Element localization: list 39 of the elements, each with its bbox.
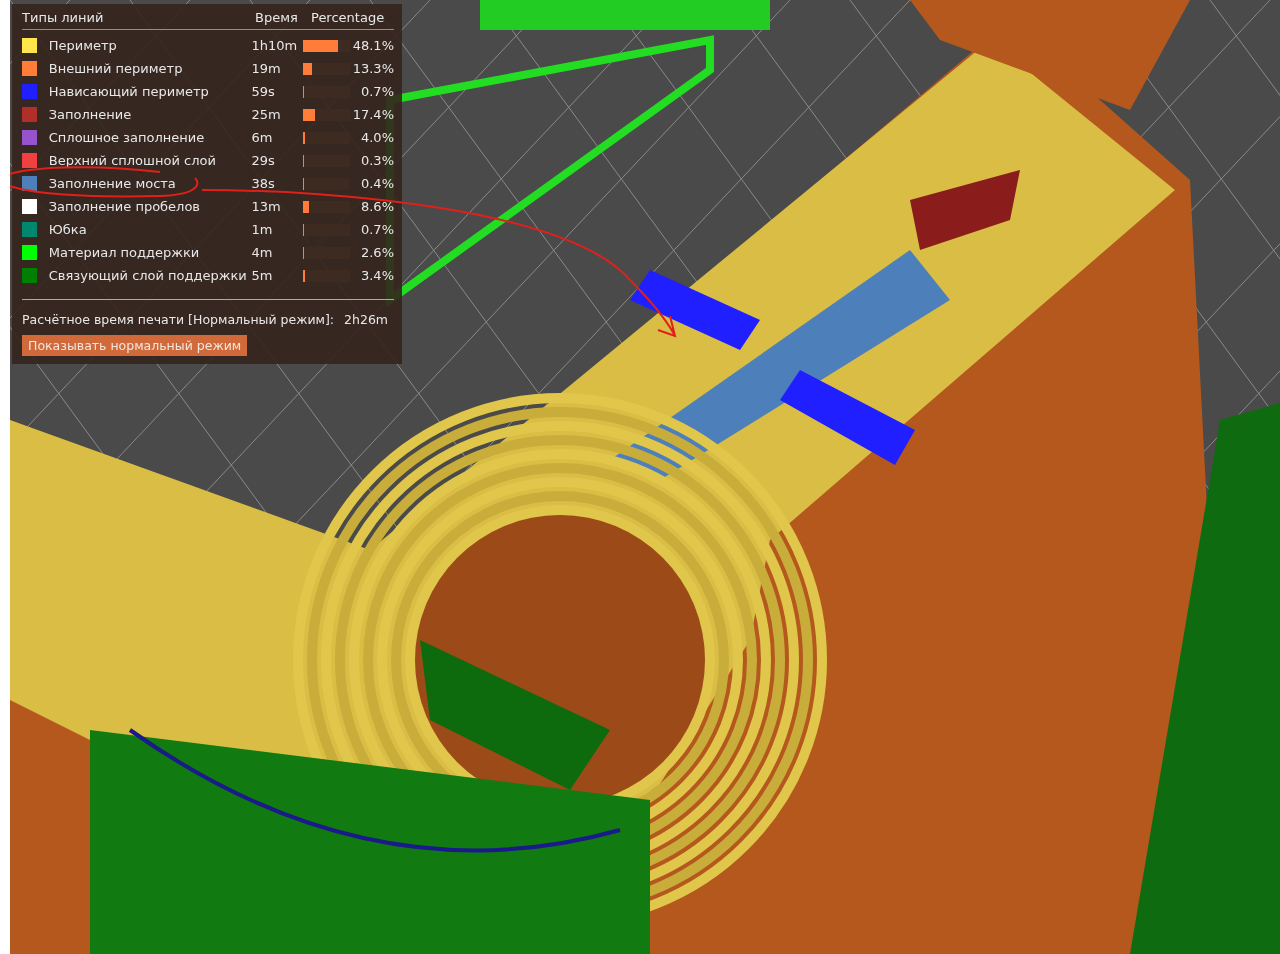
line-type-label: Заполнение пробелов	[48, 199, 202, 214]
estimated-time-label: Расчётное время печати [Нормальный режим]:	[22, 312, 335, 327]
line-type-label: Верхний сплошной слой	[48, 153, 217, 168]
legend-title: Типы линий	[22, 10, 105, 25]
time-value: 38s	[251, 176, 276, 191]
percentage-value: 17.4%	[351, 107, 394, 122]
percentage-value: 0.4%	[359, 176, 394, 191]
percentage-value: 13.3%	[351, 61, 394, 76]
percentage-value: 0.7%	[359, 84, 394, 99]
time-value: 1m	[251, 222, 274, 237]
line-type-label: Внешний периметр	[48, 61, 184, 76]
time-value: 6m	[251, 130, 274, 145]
line-type-label: Заполнение	[48, 107, 133, 122]
percentage-value: 2.6%	[359, 245, 394, 260]
line-type-label: Заполнение моста	[48, 176, 177, 191]
percentage-value: 3.4%	[359, 268, 394, 283]
time-value: 13m	[251, 199, 282, 214]
percentage-value: 0.7%	[359, 222, 394, 237]
time-value: 1h10m	[251, 38, 299, 53]
percentage-value: 0.3%	[359, 153, 394, 168]
time-value: 25m	[251, 107, 282, 122]
time-value: 29s	[251, 153, 276, 168]
time-value: 5m	[251, 268, 274, 283]
line-type-label: Нависающий периметр	[48, 84, 210, 99]
line-type-label: Материал поддержки	[48, 245, 201, 260]
percentage-value: 4.0%	[359, 130, 394, 145]
estimated-time-value: 2h26m	[344, 312, 389, 327]
percentage-value: 8.6%	[359, 199, 394, 214]
percentage-value: 48.1%	[351, 38, 394, 53]
time-value: 59s	[251, 84, 276, 99]
column-header: Время	[255, 10, 299, 25]
time-value: 19m	[251, 61, 282, 76]
column-header: Percentage	[311, 10, 385, 25]
time-value: 4m	[251, 245, 274, 260]
line-type-label: Связующий слой поддержки	[48, 268, 248, 283]
line-type-label: Периметр	[48, 38, 118, 53]
line-type-label: Сплошное заполнение	[48, 130, 206, 145]
show-normal-mode-button[interactable]: Показывать нормальный режим	[22, 335, 248, 356]
line-type-label: Юбка	[48, 222, 88, 237]
